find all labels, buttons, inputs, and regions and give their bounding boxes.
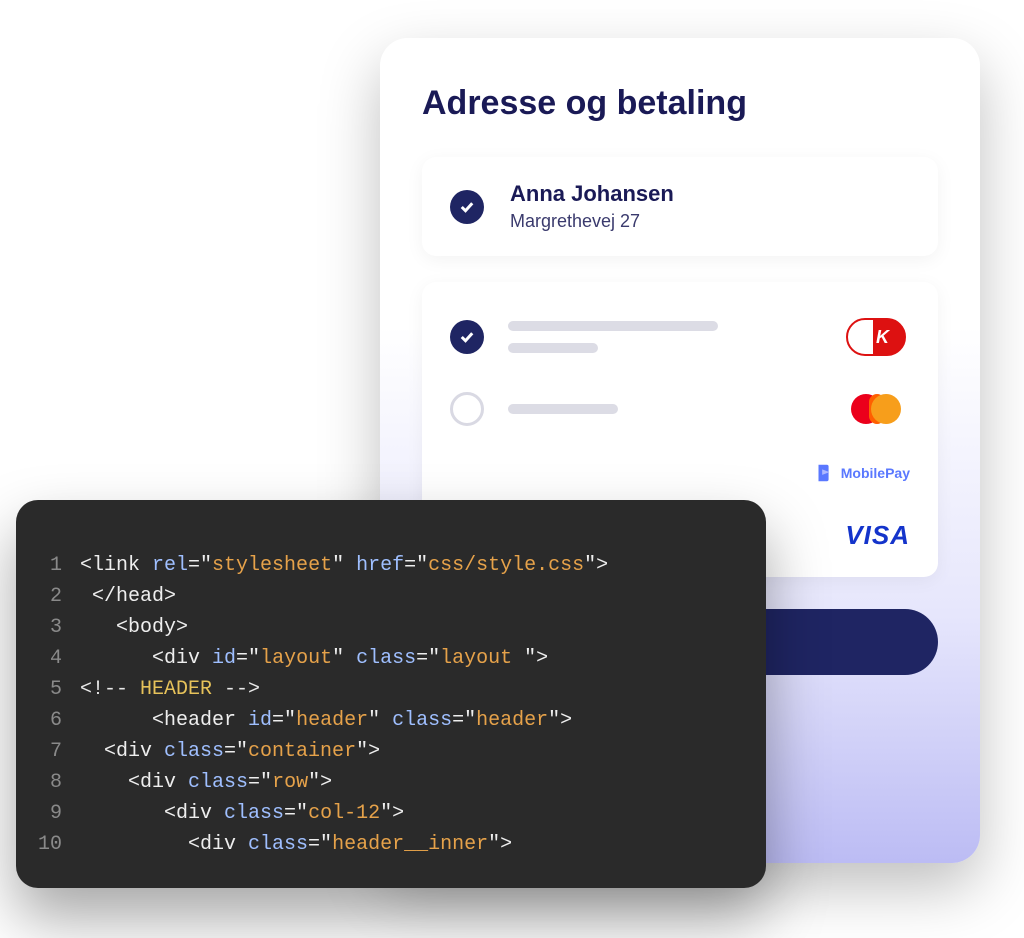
code-content: <link rel="stylesheet" href="css/style.c… (80, 550, 608, 581)
code-content: <!-- HEADER --> (80, 674, 260, 705)
code-content: <div class="row"> (80, 767, 332, 798)
address-option[interactable]: Anna Johansen Margrethevej 27 (450, 181, 910, 232)
code-line: 7 <div class="container"> (34, 736, 738, 767)
dankort-logo: K (842, 318, 910, 356)
code-content: <body> (80, 612, 188, 643)
code-content: <div class="container"> (80, 736, 380, 767)
code-content: <header id="header" class="header"> (80, 705, 572, 736)
line-number: 6 (34, 705, 80, 736)
code-content: <div class="header__inner"> (80, 829, 512, 860)
code-line: 1<link rel="stylesheet" href="css/style.… (34, 550, 738, 581)
line-number: 9 (34, 798, 80, 829)
mobilepay-icon (813, 462, 835, 484)
line-number: 5 (34, 674, 80, 705)
mobilepay-label: MobilePay (841, 465, 910, 481)
mobilepay-logo: MobilePay (813, 462, 910, 484)
line-number: 7 (34, 736, 80, 767)
code-content: <div class="col-12"> (80, 798, 404, 829)
code-line: 8 <div class="row"> (34, 767, 738, 798)
code-content: <div id="layout" class="layout "> (80, 643, 548, 674)
line-number: 1 (34, 550, 80, 581)
line-number: 4 (34, 643, 80, 674)
code-line: 2 </head> (34, 581, 738, 612)
payment-option-dankort[interactable]: K (450, 300, 910, 374)
code-line: 3 <body> (34, 612, 738, 643)
placeholder-text (508, 321, 818, 353)
line-number: 10 (34, 829, 80, 860)
line-number: 3 (34, 612, 80, 643)
checkout-title: Adresse og betaling (422, 84, 938, 123)
radio-checked-icon (450, 320, 484, 354)
code-line: 5<!-- HEADER --> (34, 674, 738, 705)
line-number: 8 (34, 767, 80, 798)
address-name: Anna Johansen (510, 181, 674, 207)
radio-empty-icon[interactable] (450, 392, 484, 426)
line-number: 2 (34, 581, 80, 612)
code-body: 1<link rel="stylesheet" href="css/style.… (34, 550, 738, 860)
code-line: 10 <div class="header__inner"> (34, 829, 738, 860)
visa-label: VISA (845, 520, 910, 551)
payment-option-mobilepay[interactable]: MobilePay (450, 444, 910, 502)
address-street: Margrethevej 27 (510, 211, 674, 232)
address-panel: Anna Johansen Margrethevej 27 (422, 157, 938, 256)
radio-checked-icon (450, 190, 484, 224)
code-line: 6 <header id="header" class="header"> (34, 705, 738, 736)
placeholder-text (508, 404, 818, 414)
code-content: </head> (80, 581, 176, 612)
mastercard-logo (842, 392, 910, 426)
code-editor-card: 1<link rel="stylesheet" href="css/style.… (16, 500, 766, 888)
visa-logo: VISA (845, 520, 910, 551)
payment-option-mastercard[interactable] (450, 374, 910, 444)
code-line: 4 <div id="layout" class="layout "> (34, 643, 738, 674)
code-line: 9 <div class="col-12"> (34, 798, 738, 829)
address-text: Anna Johansen Margrethevej 27 (510, 181, 674, 232)
